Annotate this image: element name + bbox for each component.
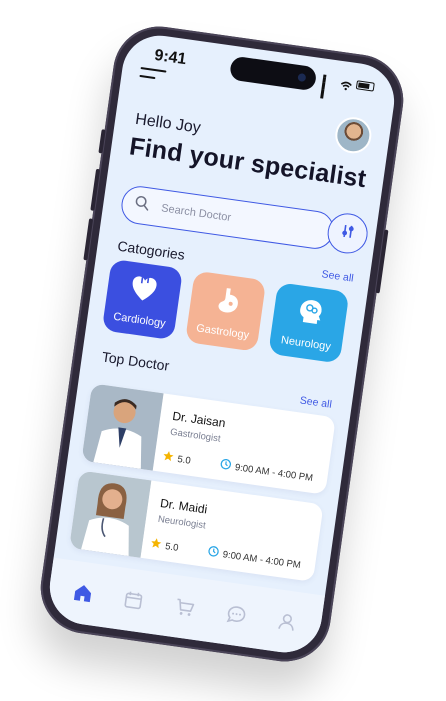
- category-label: Gastrology: [195, 321, 250, 342]
- top-doctor-heading: Top Doctor: [100, 348, 171, 374]
- category-label: Cardiology: [112, 310, 167, 330]
- search-input[interactable]: Search Doctor: [119, 183, 337, 252]
- categories-see-all-link[interactable]: See all: [321, 268, 354, 284]
- hours-value: 9:00 AM - 4:00 PM: [221, 548, 302, 571]
- doctor-photo: [81, 383, 164, 471]
- phone-frame: 9:41 Hello Joy Find your specialist Sear…: [34, 20, 410, 668]
- page-title: Find your specialist: [127, 132, 369, 194]
- hours-value: 9:00 AM - 4:00 PM: [234, 461, 314, 484]
- volume-up-button: [90, 168, 101, 211]
- doctor-rating: 5.0: [162, 450, 192, 468]
- calendar-icon[interactable]: [121, 588, 146, 613]
- status-time: 9:41: [153, 46, 188, 69]
- signal-icon: [320, 74, 337, 99]
- stomach-icon: [210, 283, 245, 322]
- rating-value: 5.0: [164, 540, 180, 554]
- star-icon: [149, 537, 162, 552]
- search-placeholder: Search Doctor: [160, 202, 232, 224]
- top-doctor-see-all-link[interactable]: See all: [299, 394, 332, 410]
- home-icon[interactable]: [70, 581, 95, 606]
- chat-icon[interactable]: [224, 602, 249, 627]
- profile-icon[interactable]: [275, 609, 300, 634]
- avatar[interactable]: [333, 114, 374, 156]
- cart-icon[interactable]: [173, 595, 198, 620]
- rating-value: 5.0: [176, 453, 192, 467]
- heart-icon: [126, 271, 161, 310]
- mute-switch: [98, 129, 106, 154]
- doctor-specialty: Neurologist: [157, 513, 207, 532]
- category-gastrology[interactable]: Gastrology: [184, 270, 267, 352]
- wifi-icon: [340, 77, 353, 91]
- clock-icon: [219, 458, 232, 473]
- search-icon: [133, 195, 151, 217]
- app-screen: 9:41 Hello Joy Find your specialist Sear…: [44, 30, 400, 658]
- mockup-stage: 9:41 Hello Joy Find your specialist Sear…: [0, 0, 446, 701]
- doctor-rating: 5.0: [149, 537, 179, 555]
- category-label: Neurology: [280, 333, 332, 353]
- dynamic-island: [228, 55, 318, 92]
- doctor-specialty: Gastrologist: [169, 426, 222, 445]
- doctor-hours: 9:00 AM - 4:00 PM: [207, 545, 302, 572]
- status-icons: [320, 74, 375, 99]
- menu-icon[interactable]: [139, 66, 167, 86]
- doctor-photo: [69, 470, 152, 558]
- doctor-name: Dr. Maidi: [159, 496, 209, 517]
- star-icon: [162, 450, 175, 465]
- category-neurology[interactable]: Neurology: [268, 282, 350, 364]
- category-cardiology[interactable]: Cardiology: [101, 258, 184, 341]
- camera-icon: [297, 73, 307, 83]
- volume-down-button: [83, 218, 94, 261]
- categories-heading: Catogories: [116, 237, 186, 263]
- filter-button[interactable]: [325, 210, 371, 256]
- battery-icon: [355, 80, 375, 92]
- filter-icon: [338, 222, 357, 245]
- doctor-hours: 9:00 AM - 4:00 PM: [219, 458, 314, 485]
- brain-icon: [293, 295, 328, 334]
- power-button: [375, 229, 389, 294]
- clock-icon: [207, 545, 220, 560]
